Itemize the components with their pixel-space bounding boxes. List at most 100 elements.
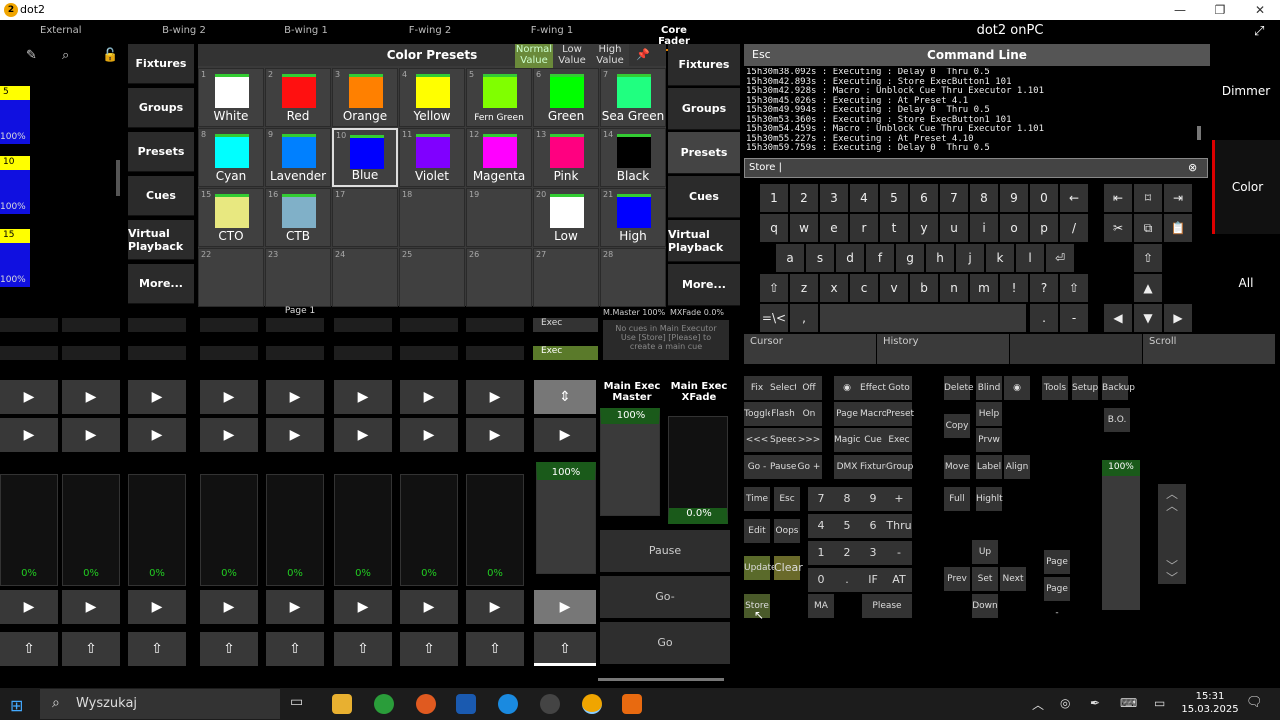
settings-icon[interactable] — [540, 694, 560, 714]
history-encoder[interactable]: History — [877, 334, 1009, 364]
preset-cell[interactable]: 9 Lavender — [265, 128, 331, 187]
key-row1-9[interactable]: 0 — [1030, 184, 1058, 212]
key-row3-8[interactable]: l — [1016, 244, 1044, 272]
normal-value-button[interactable]: Normal Value — [515, 44, 553, 68]
exec-slot[interactable] — [62, 346, 120, 360]
pad-button[interactable]: Group — [886, 455, 913, 479]
key-row4-9[interactable]: ? — [1030, 274, 1058, 302]
play-button[interactable]: ▶ — [200, 418, 258, 452]
key-row2-2[interactable]: e — [820, 214, 848, 242]
tab-external[interactable]: External — [40, 25, 82, 36]
vlc-icon[interactable] — [622, 694, 642, 714]
key-row4-3[interactable]: c — [850, 274, 878, 302]
firefox-icon[interactable] — [416, 694, 436, 714]
numpad-key[interactable]: 2 — [834, 541, 860, 565]
play-button[interactable]: ▶ — [466, 380, 524, 414]
pad-button[interactable]: Up — [972, 540, 998, 564]
numpad-key[interactable]: 8 — [834, 487, 860, 511]
command-input[interactable]: Store | — [744, 158, 1208, 178]
key-row3-0[interactable]: a — [776, 244, 804, 272]
numpad-key[interactable]: AT — [886, 568, 912, 592]
go-button[interactable]: ▶ — [466, 590, 524, 624]
scroll-encoder[interactable]: Scroll — [1143, 334, 1275, 364]
view-presets-button[interactable]: Presets — [128, 132, 194, 172]
pause-button[interactable]: Pause — [600, 530, 730, 572]
key-row1-6[interactable]: 7 — [940, 184, 968, 212]
pad-button[interactable]: Align — [1004, 455, 1030, 479]
preset-cell[interactable]: 5 Fern Green — [466, 68, 532, 127]
tab-bwing2[interactable]: B-wing 2 — [160, 25, 208, 36]
play-button[interactable]: ▶ — [128, 418, 186, 452]
key-row2-8[interactable]: o — [1000, 214, 1028, 242]
cut-key[interactable]: ✂ — [1104, 214, 1132, 242]
key-row4-6[interactable]: n — [940, 274, 968, 302]
arrow-up-key[interactable]: ▲ — [1134, 274, 1162, 302]
play-button[interactable]: ▶ — [266, 380, 324, 414]
go-button[interactable]: Go — [600, 622, 730, 664]
dimmer-button[interactable]: Dimmer — [1212, 44, 1280, 138]
preset-cell[interactable]: 3 Orange — [332, 68, 398, 127]
pad-button[interactable]: Down — [972, 594, 998, 618]
preset-cell[interactable]: 10 Blue — [332, 128, 398, 187]
preset-cell[interactable]: 27 — [533, 248, 599, 307]
tray-app-icon[interactable]: ◎ — [1060, 696, 1070, 710]
right-view-more-button[interactable]: More... — [668, 264, 740, 306]
go-button[interactable]: ▶ — [266, 590, 324, 624]
pad-button[interactable]: Update — [744, 556, 777, 580]
go-button[interactable]: ▶ — [400, 590, 458, 624]
key-row3-5[interactable]: h — [926, 244, 954, 272]
pad-button[interactable]: Select — [770, 376, 798, 400]
tab-right-key[interactable]: ⇥ — [1164, 184, 1192, 212]
key-row2-9[interactable]: p — [1030, 214, 1058, 242]
pad-button[interactable]: Tools — [1042, 376, 1068, 400]
pad-button[interactable]: Time — [744, 487, 770, 511]
pad-button[interactable]: Setup — [1072, 376, 1098, 400]
key-row2-10[interactable]: / — [1060, 214, 1088, 242]
exec-slot[interactable] — [62, 318, 120, 332]
key-row2-3[interactable]: r — [850, 214, 878, 242]
view-cues-button[interactable]: Cues — [128, 176, 194, 216]
key-row1-2[interactable]: 3 — [820, 184, 848, 212]
pad-button[interactable]: ◉ — [834, 376, 860, 400]
executor-cell[interactable]: 15 100% — [0, 229, 30, 287]
play-button[interactable]: ▶ — [62, 418, 120, 452]
pad-button[interactable]: Please — [862, 594, 912, 618]
pad-button[interactable]: Page + — [1044, 550, 1070, 591]
tab-bwing1[interactable]: B-wing 1 — [282, 25, 330, 36]
pad-button[interactable]: Edit — [744, 519, 770, 543]
play-button[interactable]: ▶ — [400, 418, 458, 452]
pad-button[interactable]: Label — [976, 455, 1002, 479]
pad-button[interactable]: Help — [976, 402, 1002, 426]
minimize-button[interactable]: — — [1160, 0, 1200, 20]
key-row5-3[interactable]: - — [1060, 304, 1088, 332]
main-master-fader[interactable] — [600, 408, 660, 516]
tab-fwing1[interactable]: F-wing 1 — [530, 25, 574, 36]
pad-button[interactable]: Next — [1000, 567, 1026, 591]
exec-label-1[interactable]: Exec — [533, 318, 598, 332]
tab-fwing2[interactable]: F-wing 2 — [408, 25, 452, 36]
preset-cell[interactable]: 24 — [332, 248, 398, 307]
numpad-key[interactable]: + — [886, 487, 912, 511]
executor-cell[interactable]: 10 100% — [0, 156, 30, 214]
preset-cell[interactable]: 25 — [399, 248, 465, 307]
key-row2-6[interactable]: u — [940, 214, 968, 242]
dot2-taskbar-icon[interactable] — [582, 694, 602, 714]
key-row2-5[interactable]: y — [910, 214, 938, 242]
key-row4-5[interactable]: b — [910, 274, 938, 302]
numpad-key[interactable]: 7 — [808, 487, 834, 511]
key-row4-0[interactable]: ⇧ — [760, 274, 788, 302]
pad-button[interactable]: Page - — [1044, 577, 1070, 618]
key-row3-2[interactable]: d — [836, 244, 864, 272]
numpad-key[interactable]: 1 — [808, 541, 834, 565]
go-button[interactable]: ▶ — [334, 590, 392, 624]
numpad-key[interactable]: - — [886, 541, 912, 565]
preset-cell[interactable]: 14 Black — [600, 128, 666, 187]
exec-slot[interactable] — [466, 318, 524, 332]
key-row2-1[interactable]: w — [790, 214, 818, 242]
pad-button[interactable]: Clear — [774, 556, 803, 580]
preset-cell[interactable]: 4 Yellow — [399, 68, 465, 127]
preset-cell[interactable]: 28 — [600, 248, 666, 307]
key-row1-7[interactable]: 8 — [970, 184, 998, 212]
key-row2-7[interactable]: i — [970, 214, 998, 242]
preset-cell[interactable]: 22 — [198, 248, 264, 307]
